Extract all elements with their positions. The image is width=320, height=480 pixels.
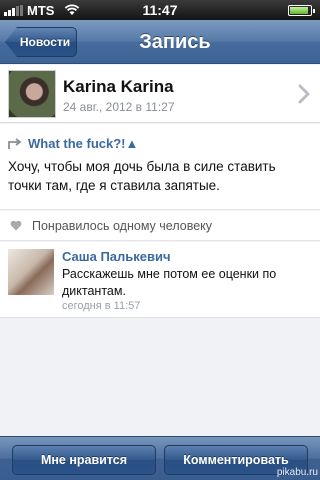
watermark: pikabu.ru <box>276 467 318 478</box>
bottom-toolbar: Мне нравится Комментировать pikabu.ru <box>0 436 320 480</box>
author-name: Karina Karina <box>63 77 174 96</box>
post-date: 24 авг., 2012 в 11:27 <box>63 100 175 114</box>
repost-icon <box>8 137 22 149</box>
like-button[interactable]: Мне нравится <box>12 445 156 475</box>
chevron-right-icon <box>298 84 310 104</box>
repost-source-title[interactable]: What the fuck?!▲ <box>28 136 138 151</box>
status-time: 11:47 <box>142 2 178 18</box>
status-bar: MTS 11:47 <box>0 0 320 20</box>
likes-row[interactable]: Понравилось одному человеку <box>0 211 320 241</box>
repost-header[interactable]: What the fuck?!▲ <box>8 136 138 151</box>
heart-icon <box>10 220 22 231</box>
comment-text: Расскажешь мне потом ее оценки по диктан… <box>62 267 277 298</box>
page-title: Запись <box>139 31 211 53</box>
post-author-row[interactable]: Karina Karina 24 авг., 2012 в 11:27 <box>0 65 320 123</box>
post-text: Хочу, чтобы моя дочь была в силе ставить… <box>8 159 276 193</box>
empty-area <box>0 319 320 436</box>
comment-item[interactable]: Саша Палькевич Расскажешь мне потом ее о… <box>0 242 320 318</box>
comment-time: сегодня в 11:57 <box>62 300 141 312</box>
navigation-bar: Новости Запись <box>0 20 320 64</box>
post-body: What the fuck?!▲ Хочу, чтобы моя дочь бы… <box>0 124 320 210</box>
comment-author[interactable]: Саша Палькевич <box>62 249 171 264</box>
back-button[interactable]: Новости <box>5 27 77 57</box>
likes-count-text: Понравилось одному человеку <box>32 219 213 233</box>
commenter-avatar[interactable] <box>8 249 54 295</box>
battery-icon <box>288 5 315 16</box>
author-avatar[interactable] <box>8 70 56 118</box>
